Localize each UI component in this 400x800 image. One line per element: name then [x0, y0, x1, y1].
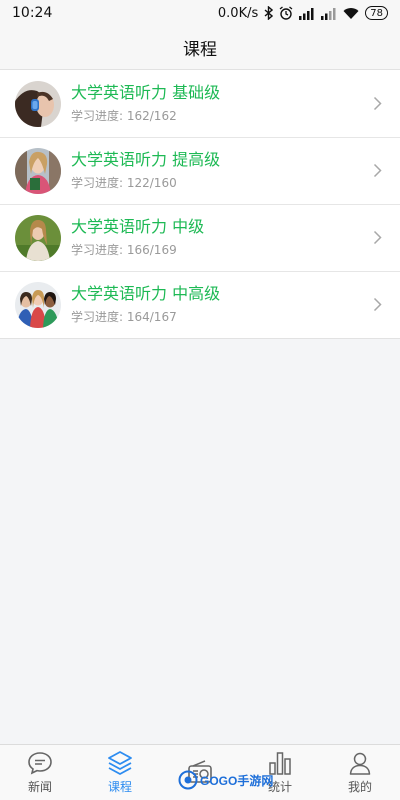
course-title: 大学英语听力 基础级 — [71, 82, 221, 102]
course-title: 大学英语听力 中级 — [71, 216, 205, 236]
layers-icon — [107, 750, 133, 776]
status-time: 10:24 — [12, 5, 53, 21]
network-speed: 0.0K/s — [217, 5, 259, 21]
course-item-advanced[interactable]: 大学英语听力 提高级 学习进度: 122/160 — [0, 137, 400, 204]
course-progress: 学习进度: 164/167 — [71, 309, 177, 324]
course-progress: 学习进度: 166/169 — [71, 242, 177, 257]
course-text: 大学英语听力 基础级 学习进度: 162/162 — [71, 82, 362, 126]
user-icon — [348, 750, 372, 776]
course-text: 大学英语听力 中级 学习进度: 166/169 — [71, 216, 362, 260]
course-avatar — [15, 281, 61, 328]
course-item-basic[interactable]: 大学英语听力 基础级 学习进度: 162/162 — [0, 70, 400, 137]
alarm-icon — [279, 6, 293, 20]
course-progress: 学习进度: 122/160 — [71, 175, 177, 190]
course-item-upper-intermediate[interactable]: 大学英语听力 中高级 学习进度: 164/167 — [0, 271, 400, 338]
chevron-right-icon — [362, 96, 392, 111]
course-item-intermediate[interactable]: 大学英语听力 中级 学习进度: 166/169 — [0, 204, 400, 271]
course-text: 大学英语听力 中高级 学习进度: 164/167 — [71, 283, 362, 327]
course-text: 大学英语听力 提高级 学习进度: 122/160 — [71, 149, 362, 193]
course-title: 大学英语听力 提高级 — [71, 149, 221, 169]
course-progress: 学习进度: 162/162 — [71, 108, 177, 123]
wifi-icon — [343, 7, 359, 20]
status-bar: 10:24 0.0K/s 78 — [0, 0, 400, 26]
chevron-right-icon — [362, 230, 392, 245]
tab-label: 新闻 — [27, 780, 52, 794]
watermark-logo-icon — [178, 770, 198, 790]
tab-label: 我的 — [347, 780, 372, 794]
status-icons: 0.0K/s 78 — [218, 6, 388, 21]
course-avatar — [15, 80, 61, 127]
page-header: 课程 — [0, 26, 400, 70]
course-list: 大学英语听力 基础级 学习进度: 162/162 大学英语听力 提高级 学习进度… — [0, 70, 400, 339]
tab-profile[interactable]: 我的 — [320, 745, 400, 800]
course-avatar — [15, 214, 61, 261]
chevron-right-icon — [362, 297, 392, 312]
tab-news[interactable]: 新闻 — [0, 745, 80, 800]
course-avatar — [15, 147, 61, 194]
signal-icon — [299, 7, 315, 20]
watermark-logo: GOGO手游网 — [178, 770, 273, 790]
course-title: 大学英语听力 中高级 — [71, 283, 221, 303]
battery-level: 78 — [370, 7, 383, 19]
chevron-right-icon — [362, 163, 392, 178]
tab-courses[interactable]: 课程 — [80, 745, 160, 800]
tab-label: 课程 — [107, 780, 132, 794]
bluetooth-icon — [264, 6, 274, 20]
page-title: 课程 — [183, 40, 217, 60]
battery-icon: 78 — [365, 6, 388, 20]
chat-bubble-icon — [27, 750, 53, 776]
watermark-text: GOGO手游网 — [200, 773, 274, 788]
signal-icon — [321, 7, 337, 20]
